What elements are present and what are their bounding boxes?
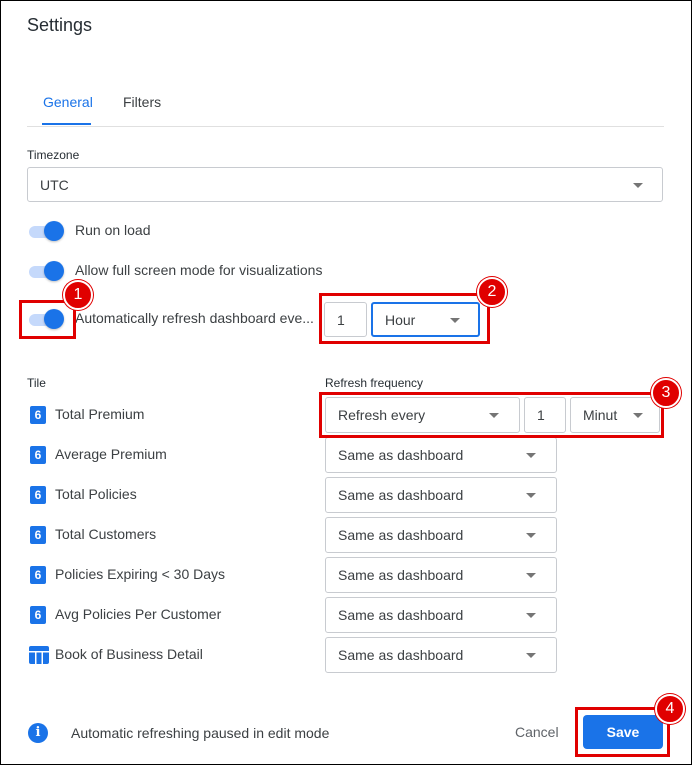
cancel-button[interactable]: Cancel — [515, 724, 559, 740]
annotation-badge: 1 — [63, 280, 93, 310]
chevron-down-icon — [526, 653, 536, 658]
refresh-frequency-value: Same as dashboard — [338, 647, 464, 663]
chevron-down-icon — [526, 613, 536, 618]
refresh-frequency-select[interactable]: Same as dashboard — [325, 517, 557, 553]
tile-name: Average Premium — [55, 446, 167, 462]
refresh-frequency-value: Same as dashboard — [338, 527, 464, 543]
refresh-frequency-value: Same as dashboard — [338, 447, 464, 463]
dialog-title: Settings — [27, 15, 93, 35]
annotation-badge: 4 — [655, 694, 685, 724]
tile-name: Avg Policies Per Customer — [55, 606, 222, 622]
table-icon — [29, 646, 49, 664]
toggle-knob — [44, 261, 64, 281]
info-icon: i — [28, 723, 48, 743]
timezone-label: Timezone — [27, 148, 80, 162]
refresh-frequency-value: Same as dashboard — [338, 567, 464, 583]
chevron-down-icon — [526, 533, 536, 538]
single-value-icon: 6 — [30, 526, 46, 544]
tabs-divider — [27, 126, 664, 127]
chevron-down-icon — [526, 493, 536, 498]
tile-name: Policies Expiring < 30 Days — [55, 566, 226, 582]
single-value-icon: 6 — [30, 446, 46, 464]
refresh-frequency-select[interactable]: Same as dashboard — [325, 597, 557, 633]
refresh-frequency-value: Same as dashboard — [338, 487, 464, 503]
tile-name: Total Customers — [55, 526, 157, 542]
single-value-icon: 6 — [30, 606, 46, 624]
tab-general[interactable]: General — [43, 94, 93, 110]
annotation-badge: 2 — [477, 277, 507, 307]
single-value-icon: 6 — [30, 486, 46, 504]
single-value-icon: 6 — [30, 406, 46, 424]
auto-refresh-label: Automatically refresh dashboard eve... — [75, 310, 314, 326]
tab-filters[interactable]: Filters — [123, 94, 161, 110]
chevron-down-icon — [526, 573, 536, 578]
tile-name: Total Premium — [55, 406, 145, 422]
fullscreen-toggle[interactable] — [27, 261, 65, 281]
timezone-value: UTC — [40, 176, 69, 193]
refresh-frequency-select[interactable]: Same as dashboard — [325, 477, 557, 513]
edit-mode-notice: Automatic refreshing paused in edit mode — [71, 725, 330, 741]
toggle-knob — [44, 221, 64, 241]
refresh-column-header: Refresh frequency — [325, 376, 424, 390]
run-on-load-toggle[interactable] — [27, 221, 65, 241]
run-on-load-label: Run on load — [75, 222, 151, 238]
refresh-frequency-select[interactable]: Same as dashboard — [325, 437, 557, 473]
refresh-frequency-select[interactable]: Same as dashboard — [325, 557, 557, 593]
annotation-box — [319, 392, 664, 438]
timezone-select[interactable]: UTC — [27, 167, 663, 202]
tile-name: Total Policies — [55, 486, 137, 502]
refresh-frequency-select[interactable]: Same as dashboard — [325, 637, 557, 673]
tab-active-indicator — [42, 123, 91, 125]
chevron-down-icon — [526, 453, 536, 458]
tile-name: Book of Business Detail — [55, 646, 203, 662]
single-value-icon: 6 — [30, 566, 46, 584]
annotation-box — [319, 293, 490, 344]
refresh-frequency-value: Same as dashboard — [338, 607, 464, 623]
annotation-badge: 3 — [651, 378, 681, 408]
fullscreen-label: Allow full screen mode for visualization… — [75, 262, 323, 278]
chevron-down-icon — [633, 182, 643, 188]
tile-column-header: Tile — [27, 376, 46, 390]
